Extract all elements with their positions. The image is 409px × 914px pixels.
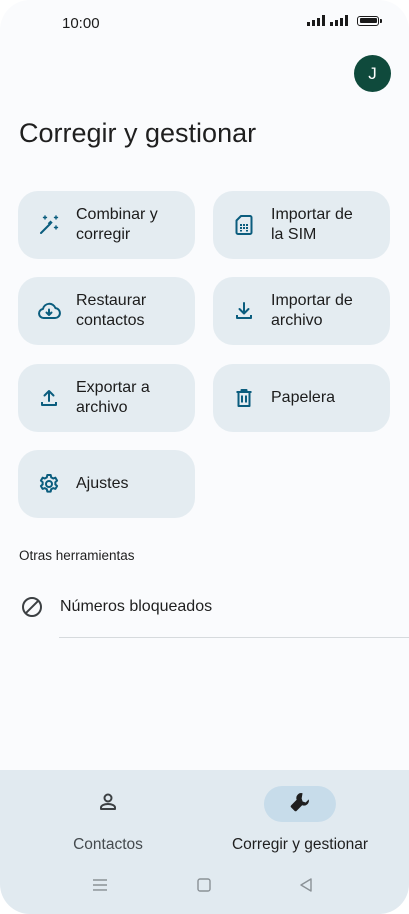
nav-item-contacts[interactable]: Contactos: [72, 786, 144, 854]
cloud-download-icon: [37, 299, 61, 323]
magic-wand-icon: [37, 213, 61, 237]
tile-label: Importar de la SIM: [271, 205, 353, 244]
block-icon: [20, 595, 44, 619]
divider: [59, 637, 409, 638]
restore-contacts-button[interactable]: Restaurar contactos: [18, 277, 195, 345]
tile-label: Combinar y corregir: [76, 205, 158, 244]
trash-button[interactable]: Papelera: [213, 364, 390, 432]
home-icon[interactable]: [192, 876, 216, 894]
download-icon: [232, 299, 256, 323]
section-label-other-tools: Otras herramientas: [19, 548, 135, 563]
nav-item-fix-manage[interactable]: Corregir y gestionar: [232, 786, 368, 854]
status-bar: 10:00: [0, 0, 409, 46]
bottom-navigation: Contactos Corregir y gestionar: [0, 770, 409, 914]
nav-label: Corregir y gestionar: [231, 836, 369, 853]
status-time: 10:00: [62, 15, 100, 32]
blocked-numbers-item[interactable]: Números bloqueados: [0, 583, 409, 631]
sim-card-icon: [232, 213, 256, 237]
export-file-button[interactable]: Exportar a archivo: [18, 364, 195, 432]
settings-button[interactable]: Ajustes: [18, 450, 195, 518]
battery-icon: [357, 15, 382, 26]
back-icon[interactable]: [294, 876, 318, 894]
tile-label: Ajustes: [76, 474, 129, 492]
import-sim-button[interactable]: Importar de la SIM: [213, 191, 390, 259]
tile-label: Exportar a archivo: [76, 378, 150, 417]
wrench-icon: [288, 790, 312, 819]
status-icons: [307, 15, 382, 26]
signal-icon: [307, 15, 325, 26]
menu-icon[interactable]: [88, 876, 112, 894]
upload-icon: [37, 386, 61, 410]
tile-label: Importar de archivo: [271, 291, 353, 330]
nav-pill-active: [263, 786, 336, 822]
trash-icon: [232, 386, 256, 410]
nav-pill: [72, 786, 144, 822]
import-file-button[interactable]: Importar de archivo: [213, 277, 390, 345]
nav-label: Contactos: [73, 836, 143, 853]
phone-screen: 10:00 J Corregir y gestionar Combinar y …: [0, 0, 409, 914]
avatar-initial: J: [368, 63, 377, 83]
tile-label: Papelera: [271, 388, 336, 406]
person-icon: [96, 790, 120, 819]
merge-fix-button[interactable]: Combinar y corregir: [18, 191, 195, 259]
signal-icon: [330, 15, 348, 26]
page-title: Corregir y gestionar: [19, 118, 257, 148]
tile-label: Restaurar contactos: [76, 291, 147, 330]
account-avatar[interactable]: J: [354, 55, 391, 92]
gear-icon: [37, 472, 61, 496]
list-item-label: Números bloqueados: [60, 598, 213, 615]
